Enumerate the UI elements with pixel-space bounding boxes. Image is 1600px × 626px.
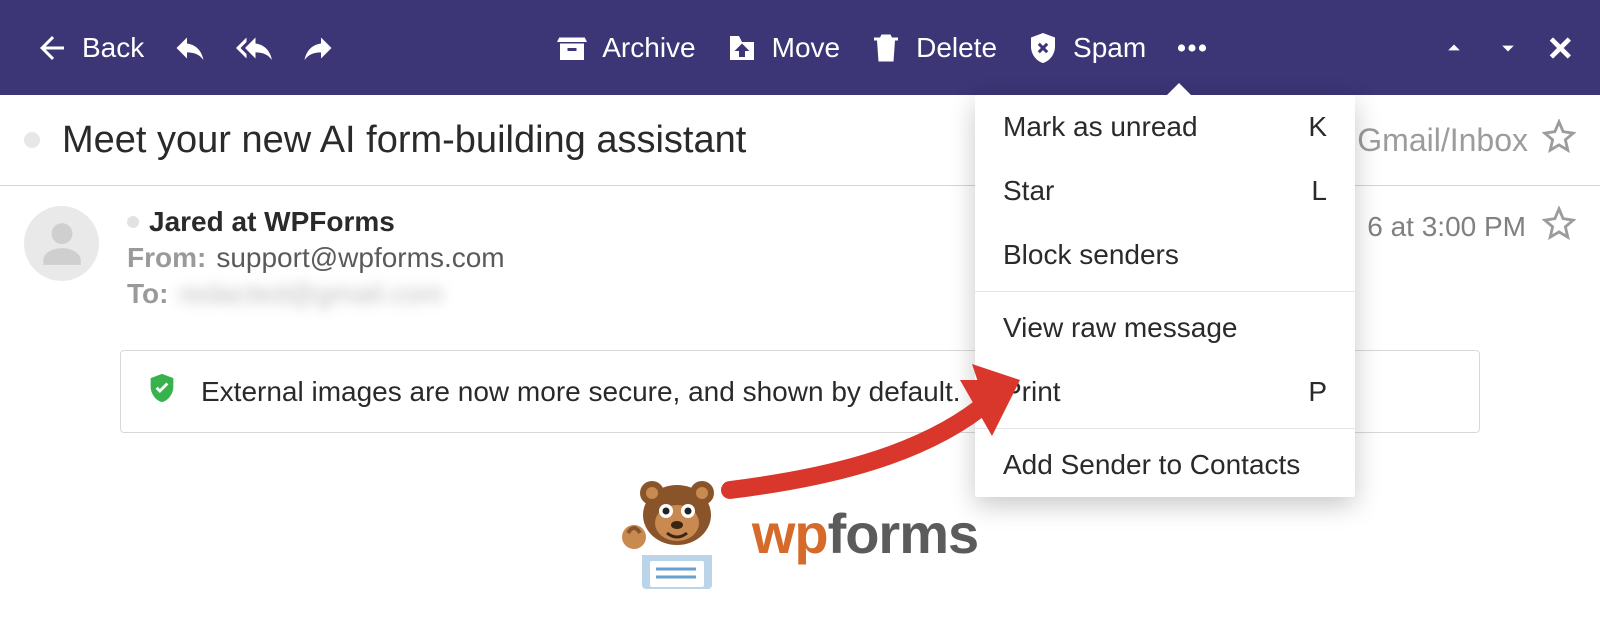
status-dot <box>127 216 139 228</box>
menu-label: Add Sender to Contacts <box>1003 449 1300 481</box>
ellipsis-icon <box>1174 30 1210 66</box>
wpforms-logo-text: wpforms <box>752 501 978 566</box>
subject-row: Meet your new AI form-building assistant… <box>0 95 1600 186</box>
from-label: From: <box>127 242 206 274</box>
spam-button[interactable]: Spam <box>1011 30 1160 66</box>
shield-check-icon <box>145 371 179 412</box>
unread-dot <box>24 132 40 148</box>
to-label: To: <box>127 278 168 310</box>
spam-label: Spam <box>1073 32 1146 64</box>
email-body-logo: wpforms <box>0 473 1600 593</box>
move-icon <box>724 30 760 66</box>
mail-toolbar: Back Archive Move Delete <box>0 0 1600 95</box>
to-address: redacted@gmail.com <box>178 278 443 310</box>
message-header: Jared at WPForms From: support@wpforms.c… <box>0 186 1600 314</box>
back-button[interactable]: Back <box>20 30 158 66</box>
reply-all-button[interactable] <box>222 30 286 66</box>
back-label: Back <box>82 32 144 64</box>
menu-view-raw[interactable]: View raw message <box>975 296 1355 360</box>
menu-add-sender-to-contacts[interactable]: Add Sender to Contacts <box>975 433 1355 497</box>
more-actions-button[interactable] <box>1160 30 1224 66</box>
archive-button[interactable]: Archive <box>540 30 709 66</box>
menu-label: Block senders <box>1003 239 1179 271</box>
archive-icon <box>554 30 590 66</box>
forward-icon <box>300 30 336 66</box>
menu-label: Mark as unread <box>1003 111 1198 143</box>
delete-button[interactable]: Delete <box>854 30 1011 66</box>
move-label: Move <box>772 32 840 64</box>
more-actions-dropdown: Mark as unread K Star L Block senders Vi… <box>975 95 1355 497</box>
menu-shortcut: K <box>1308 111 1327 143</box>
menu-separator <box>975 291 1355 292</box>
star-icon[interactable] <box>1542 206 1576 247</box>
menu-block-senders[interactable]: Block senders <box>975 223 1355 287</box>
menu-print[interactable]: Print P <box>975 360 1355 424</box>
close-icon[interactable] <box>1544 30 1580 66</box>
menu-label: View raw message <box>1003 312 1237 344</box>
menu-label: Star <box>1003 175 1054 207</box>
sender-name: Jared at WPForms <box>149 206 395 238</box>
wpforms-mascot-icon <box>622 473 732 593</box>
folder-path[interactable]: Gmail/Inbox <box>1357 122 1528 159</box>
reply-all-icon <box>236 30 272 66</box>
menu-star[interactable]: Star L <box>975 159 1355 223</box>
arrow-left-icon <box>34 30 70 66</box>
archive-label: Archive <box>602 32 695 64</box>
reply-button[interactable] <box>158 30 222 66</box>
reply-icon <box>172 30 208 66</box>
move-button[interactable]: Move <box>710 30 854 66</box>
star-icon[interactable] <box>1542 119 1576 161</box>
email-subject: Meet your new AI form-building assistant <box>62 119 746 162</box>
message-date: 6 at 3:00 PM <box>1367 211 1526 243</box>
chevron-up-icon[interactable] <box>1436 30 1472 66</box>
delete-label: Delete <box>916 32 997 64</box>
dropdown-arrow <box>1165 83 1193 97</box>
forward-button[interactable] <box>286 30 350 66</box>
spam-shield-icon <box>1025 30 1061 66</box>
menu-separator <box>975 428 1355 429</box>
menu-shortcut: L <box>1311 175 1327 207</box>
avatar <box>24 206 99 281</box>
chevron-down-icon[interactable] <box>1490 30 1526 66</box>
trash-icon <box>868 30 904 66</box>
menu-mark-unread[interactable]: Mark as unread K <box>975 95 1355 159</box>
menu-shortcut: P <box>1308 376 1327 408</box>
menu-label: Print <box>1003 376 1061 408</box>
notice-text: External images are now more secure, and… <box>201 376 961 408</box>
from-address: support@wpforms.com <box>216 242 504 274</box>
